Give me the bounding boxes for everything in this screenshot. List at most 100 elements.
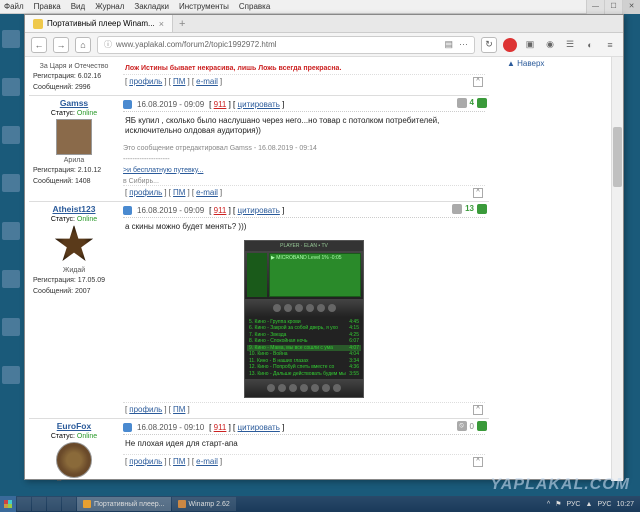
taskbar-item[interactable]: Портативный плеер... [77, 497, 171, 511]
menu-view[interactable]: Вид [71, 2, 85, 11]
extension-icon[interactable]: ◐ [583, 38, 597, 52]
signature-tagline: Лож Истины бывает некрасива, лишь Ложь в… [123, 63, 485, 74]
menu-edit[interactable]: Правка [34, 2, 61, 11]
address-bar[interactable]: ⓘ ▤ ⋯ [97, 36, 475, 54]
browser-tab[interactable]: Портативный плеер Winam... × [25, 15, 173, 32]
more-icon[interactable]: ⋯ [459, 39, 468, 50]
post-date: 16.08.2019 - 09:09 [137, 100, 204, 109]
taskbar: Портативный плеер... Winamp 2.62 ^ ⚑ РУС… [0, 496, 640, 512]
desktop-icon[interactable] [2, 270, 20, 288]
profile-link[interactable]: профиль [129, 405, 162, 414]
new-tab-button[interactable]: + [173, 18, 191, 30]
hamburger-icon[interactable]: ≡ [603, 38, 617, 52]
post-icon[interactable] [123, 100, 132, 109]
post-date: 16.08.2019 - 09:10 [137, 423, 204, 432]
playlist-row: 13. Кино - Дальше действовать будем мы3:… [247, 371, 361, 378]
reload-button[interactable]: ↻ [481, 37, 497, 53]
email-link[interactable]: e-mail [196, 77, 218, 86]
extension-icon[interactable] [503, 38, 517, 52]
email-link[interactable]: e-mail [196, 457, 218, 466]
window-maximize[interactable]: ☐ [604, 0, 622, 14]
scroll-top-icon[interactable]: ^ [473, 77, 483, 87]
desktop-icon[interactable] [2, 126, 20, 144]
report-link[interactable]: 911 [214, 206, 227, 215]
tab-close-icon[interactable]: × [159, 19, 164, 29]
username-link[interactable]: EuroFox [33, 421, 115, 431]
post-icon[interactable] [123, 206, 132, 215]
scrollbar-thumb[interactable] [613, 127, 622, 187]
window-close[interactable]: ✕ [622, 0, 640, 14]
start-button[interactable] [0, 496, 16, 512]
profile-link[interactable]: профиль [129, 188, 162, 197]
forward-button[interactable]: → [53, 37, 69, 53]
desktop-icon[interactable] [2, 318, 20, 336]
vote-down-icon[interactable]: ⦸ [457, 421, 467, 431]
window-minimize[interactable]: — [586, 0, 604, 14]
report-link[interactable]: 911 [214, 423, 227, 432]
avatar[interactable] [56, 119, 92, 155]
tray-icon[interactable]: ▲ [586, 501, 593, 508]
taskview-button[interactable] [17, 497, 31, 511]
extension-icon[interactable]: ◉ [543, 38, 557, 52]
app-icon[interactable] [47, 497, 61, 511]
avatar[interactable] [54, 225, 94, 265]
vote-up-icon[interactable] [477, 421, 487, 431]
avatar[interactable] [56, 442, 92, 478]
vote-down-icon[interactable] [452, 204, 462, 214]
vote-down-icon[interactable] [457, 98, 467, 108]
sig-link[interactable]: >и бесплатную путевку... [123, 167, 203, 174]
quote-link[interactable]: цитировать [238, 100, 280, 109]
scroll-top-icon[interactable]: ^ [473, 405, 483, 415]
menu-bookmarks[interactable]: Закладки [134, 2, 169, 11]
taskbar-item[interactable]: Winamp 2.62 [172, 497, 236, 511]
menu-help[interactable]: Справка [239, 2, 270, 11]
desktop-icon[interactable] [2, 30, 20, 48]
vote-up-icon[interactable] [477, 204, 487, 214]
status-online: Online [77, 216, 97, 223]
sig-line: -------------------- [123, 156, 485, 163]
post-icon[interactable] [123, 423, 132, 432]
pm-link[interactable]: ПМ [173, 77, 185, 86]
tray-lang[interactable]: РУС [597, 501, 611, 508]
pm-link[interactable]: ПМ [173, 188, 185, 197]
pm-link[interactable]: ПМ [173, 457, 185, 466]
explorer-icon[interactable] [32, 497, 46, 511]
post-edited: Это сообщение отредактировал Gamss - 16.… [123, 145, 485, 152]
vote-up-icon[interactable] [477, 98, 487, 108]
desktop-icon[interactable] [2, 222, 20, 240]
extension-icon[interactable]: ▣ [523, 38, 537, 52]
tray-chevron-icon[interactable]: ^ [547, 501, 550, 508]
back-button[interactable]: ← [31, 37, 47, 53]
scroll-top-icon[interactable]: ^ [473, 188, 483, 198]
extension-icon[interactable]: ☰ [563, 38, 577, 52]
tray-lang[interactable]: РУС [566, 501, 580, 508]
scroll-top-icon[interactable]: ^ [473, 457, 483, 467]
report-link[interactable]: 911 [214, 100, 227, 109]
pm-link[interactable]: ПМ [173, 405, 185, 414]
desktop-icon[interactable] [2, 366, 20, 384]
tray-clock[interactable]: 10:27 [616, 501, 634, 508]
email-link[interactable]: e-mail [196, 188, 218, 197]
username-link[interactable]: Gamss [33, 98, 115, 108]
menu-file[interactable]: Файл [4, 2, 24, 11]
scrollbar[interactable] [611, 57, 623, 481]
desktop-icon[interactable] [2, 174, 20, 192]
tray-icon[interactable]: ⚑ [555, 500, 561, 508]
home-button[interactable]: ⌂ [75, 37, 91, 53]
url-input[interactable] [116, 40, 440, 49]
menu-tools[interactable]: Инструменты [179, 2, 229, 11]
desktop-icons [2, 30, 22, 414]
quote-link[interactable]: цитировать [238, 206, 280, 215]
menu-journal[interactable]: Журнал [95, 2, 124, 11]
status-label: Статус: [51, 110, 75, 117]
info-icon[interactable]: ⓘ [104, 39, 112, 50]
profile-link[interactable]: профиль [129, 457, 162, 466]
quote-link[interactable]: цитировать [238, 423, 280, 432]
reader-icon[interactable]: ▤ [444, 39, 453, 50]
firefox-icon[interactable] [62, 497, 76, 511]
username-link[interactable]: Atheist123 [33, 204, 115, 214]
nav-top-link[interactable]: Наверх [507, 59, 619, 68]
profile-link[interactable]: профиль [129, 77, 162, 86]
user-msgs: Сообщений: 2007 [33, 288, 115, 296]
desktop-icon[interactable] [2, 78, 20, 96]
